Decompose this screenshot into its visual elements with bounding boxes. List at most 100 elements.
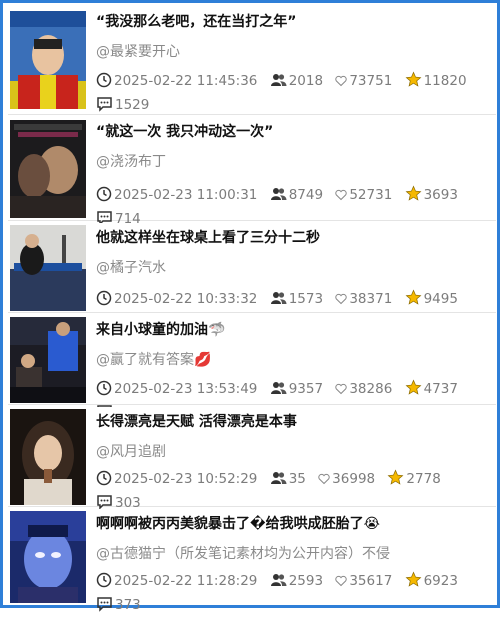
likes-stat: 52731 bbox=[335, 183, 392, 207]
post-date: 2025-02-23 11:00:31 bbox=[114, 187, 258, 203]
favorites-stat: 2778 bbox=[387, 467, 441, 491]
star-icon bbox=[405, 71, 422, 87]
heart-icon bbox=[335, 575, 348, 587]
post-author[interactable]: @赢了就有答案💋 bbox=[96, 349, 490, 369]
post-author[interactable]: @浇汤布丁 bbox=[96, 151, 490, 171]
shares-count: 9357 bbox=[288, 381, 324, 397]
feed-item[interactable]: “我没那么老吧，还在当打之年” @最紧要开心 2025-02-22 11:45:… bbox=[8, 7, 496, 115]
clock-icon bbox=[96, 380, 112, 396]
shares-stat: 9357 bbox=[270, 377, 323, 401]
thumbnail-image[interactable] bbox=[10, 409, 86, 505]
users-icon bbox=[270, 574, 287, 586]
shares-count: 2018 bbox=[288, 73, 324, 89]
feed-item[interactable]: 来自小球童的加油🦈 @赢了就有答案💋 2025-02-23 13:53:49 9… bbox=[8, 315, 496, 421]
favorites-count: 9495 bbox=[423, 291, 458, 307]
post-title[interactable]: 来自小球童的加油🦈 bbox=[96, 319, 490, 339]
feed-frame: “我没那么老吧，还在当打之年” @最紧要开心 2025-02-22 11:45:… bbox=[0, 0, 500, 613]
post-author[interactable]: @橘子汽水 bbox=[96, 257, 490, 277]
favorites-stat: 9495 bbox=[405, 287, 458, 311]
comments-stat: 1529 bbox=[96, 93, 149, 117]
thumbnail-image[interactable] bbox=[10, 120, 86, 218]
likes-count: 35617 bbox=[349, 573, 393, 589]
favorites-count: 4737 bbox=[423, 381, 458, 397]
favorites-stat: 3693 bbox=[405, 183, 458, 207]
heart-icon bbox=[335, 293, 348, 305]
date-stat: 2025-02-23 13:53:49 bbox=[96, 377, 257, 401]
users-icon bbox=[270, 292, 287, 304]
comments-count: 1529 bbox=[115, 97, 150, 113]
star-icon bbox=[405, 185, 422, 201]
likes-count: 73751 bbox=[349, 73, 393, 89]
post-title[interactable]: 啊啊啊被丙丙美貌暴击了�给我哄成胚胎了😭 bbox=[96, 513, 490, 533]
comment-icon bbox=[97, 97, 112, 112]
date-stat: 2025-02-23 10:52:29 bbox=[96, 467, 257, 491]
post-date: 2025-02-23 13:53:49 bbox=[114, 381, 258, 397]
users-icon bbox=[270, 74, 287, 86]
post-stats: 2025-02-23 10:52:29 35 36998 2778 303 bbox=[96, 467, 492, 515]
clock-icon bbox=[96, 290, 112, 306]
shares-count: 8749 bbox=[288, 187, 324, 203]
star-icon bbox=[405, 379, 422, 395]
likes-stat: 35617 bbox=[335, 569, 392, 593]
star-icon bbox=[405, 289, 422, 305]
thumbnail-image[interactable] bbox=[10, 317, 86, 403]
shares-stat: 8749 bbox=[270, 183, 323, 207]
heart-icon bbox=[335, 75, 348, 87]
heart-icon bbox=[335, 189, 348, 201]
post-date: 2025-02-22 11:45:36 bbox=[114, 73, 258, 89]
thumbnail-image[interactable] bbox=[10, 225, 86, 311]
likes-count: 38371 bbox=[349, 291, 393, 307]
post-date: 2025-02-22 11:28:29 bbox=[114, 573, 258, 589]
shares-stat: 2018 bbox=[270, 69, 323, 93]
feed-item[interactable]: “就这一次 我只冲动这一次” @浇汤布丁 2025-02-23 11:00:31… bbox=[8, 117, 496, 227]
shares-count: 2593 bbox=[288, 573, 324, 589]
likes-stat: 36998 bbox=[318, 467, 375, 491]
thumbnail-image[interactable] bbox=[10, 511, 86, 603]
favorites-count: 3693 bbox=[423, 187, 458, 203]
favorites-count: 2778 bbox=[406, 471, 441, 487]
post-date: 2025-02-22 10:33:32 bbox=[114, 291, 258, 307]
clock-icon bbox=[96, 470, 112, 486]
clock-icon bbox=[96, 186, 112, 202]
post-stats: 2025-02-22 11:45:36 2018 73751 11820 152… bbox=[96, 69, 492, 117]
heart-icon bbox=[318, 473, 330, 485]
clock-icon bbox=[96, 72, 112, 88]
post-author[interactable]: @最紧要开心 bbox=[96, 41, 490, 61]
comments-stat: 373 bbox=[96, 593, 141, 617]
shares-count: 1573 bbox=[288, 291, 324, 307]
likes-count: 36998 bbox=[332, 471, 376, 487]
users-icon bbox=[270, 472, 287, 484]
date-stat: 2025-02-22 10:33:32 bbox=[96, 287, 257, 311]
post-stats: 2025-02-22 11:28:29 2593 35617 6923 373 bbox=[96, 569, 492, 617]
clock-icon bbox=[96, 572, 112, 588]
shares-stat: 35 bbox=[270, 467, 306, 491]
comment-icon bbox=[97, 495, 112, 510]
post-title[interactable]: “我没那么老吧，还在当打之年” bbox=[96, 11, 490, 31]
feed-item[interactable]: 长得漂亮是天赋 活得漂亮是本事 @风月追剧 2025-02-23 10:52:2… bbox=[8, 407, 496, 511]
date-stat: 2025-02-22 11:45:36 bbox=[96, 69, 257, 93]
feed-item[interactable]: 他就这样坐在球桌上看了三分十二秒 @橘子汽水 2025-02-22 10:33:… bbox=[8, 223, 496, 331]
post-title[interactable]: “就这一次 我只冲动这一次” bbox=[96, 121, 490, 141]
shares-stat: 1573 bbox=[270, 287, 323, 311]
users-icon bbox=[270, 188, 287, 200]
favorites-stat: 4737 bbox=[405, 377, 458, 401]
feed-item[interactable]: 啊啊啊被丙丙美貌暴击了�给我哄成胚胎了😭 @古德猫宁（所发笔记素材均为公开内容）… bbox=[8, 509, 496, 613]
favorites-count: 6923 bbox=[423, 573, 458, 589]
post-author[interactable]: @古德猫宁（所发笔记素材均为公开内容）不侵 bbox=[96, 543, 490, 563]
favorites-count: 11820 bbox=[423, 73, 467, 89]
date-stat: 2025-02-22 11:28:29 bbox=[96, 569, 257, 593]
favorites-stat: 6923 bbox=[405, 569, 458, 593]
date-stat: 2025-02-23 11:00:31 bbox=[96, 183, 257, 207]
post-title[interactable]: 长得漂亮是天赋 活得漂亮是本事 bbox=[96, 411, 490, 431]
favorites-stat: 11820 bbox=[405, 69, 467, 93]
thumbnail-image[interactable] bbox=[10, 11, 86, 109]
post-author[interactable]: @风月追剧 bbox=[96, 441, 490, 461]
users-icon bbox=[270, 382, 287, 394]
star-icon bbox=[387, 469, 404, 485]
shares-count: 35 bbox=[288, 471, 306, 487]
likes-count: 52731 bbox=[349, 187, 393, 203]
likes-stat: 73751 bbox=[335, 69, 392, 93]
post-title[interactable]: 他就这样坐在球桌上看了三分十二秒 bbox=[96, 227, 490, 247]
post-date: 2025-02-23 10:52:29 bbox=[114, 471, 258, 487]
star-icon bbox=[405, 571, 422, 587]
